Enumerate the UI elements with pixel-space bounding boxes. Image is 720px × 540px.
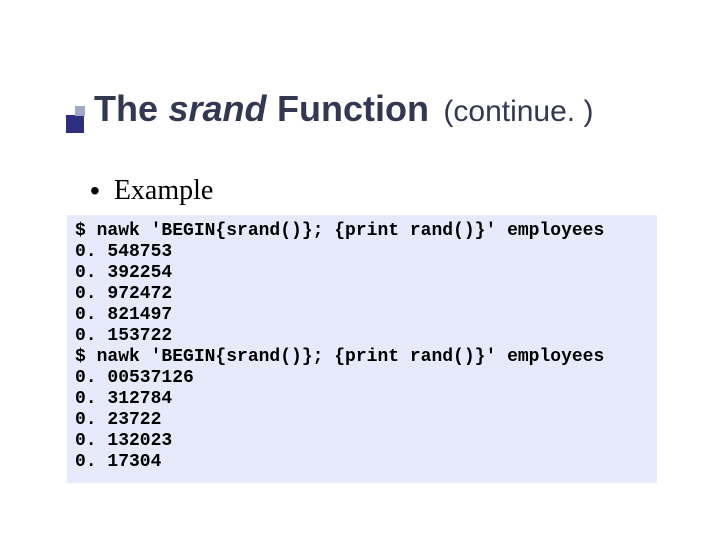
bullet-dot-icon: • bbox=[90, 175, 100, 207]
title-word-srand: srand bbox=[168, 88, 266, 129]
code-line: 0. 23722 bbox=[75, 410, 649, 431]
bullet-label: Example bbox=[114, 175, 214, 206]
code-line: $ nawk 'BEGIN{srand()}; {print rand()}' … bbox=[75, 221, 649, 242]
code-line: 0. 392254 bbox=[75, 263, 649, 284]
slide: The srand Function (continue. ) • Example… bbox=[0, 0, 720, 540]
code-line: 0. 153722 bbox=[75, 326, 649, 347]
code-line: 0. 132023 bbox=[75, 431, 649, 452]
code-line: 0. 17304 bbox=[75, 452, 649, 473]
code-line: 0. 312784 bbox=[75, 389, 649, 410]
code-line: $ nawk 'BEGIN{srand()}; {print rand()}' … bbox=[75, 347, 649, 368]
decorative-square-light bbox=[75, 106, 85, 116]
title-word-function: Function bbox=[277, 88, 429, 129]
code-line: 0. 821497 bbox=[75, 305, 649, 326]
title-word-the: The bbox=[94, 88, 158, 129]
code-line: 0. 972472 bbox=[75, 284, 649, 305]
slide-title: The srand Function (continue. ) bbox=[94, 88, 680, 130]
decorative-square-dark bbox=[66, 115, 84, 133]
bullet-example: • Example bbox=[90, 175, 213, 209]
code-line: 0. 548753 bbox=[75, 242, 649, 263]
title-word-continue: (continue. ) bbox=[443, 95, 593, 128]
code-line: 0. 00537126 bbox=[75, 368, 649, 389]
code-block: $ nawk 'BEGIN{srand()}; {print rand()}' … bbox=[67, 215, 657, 483]
